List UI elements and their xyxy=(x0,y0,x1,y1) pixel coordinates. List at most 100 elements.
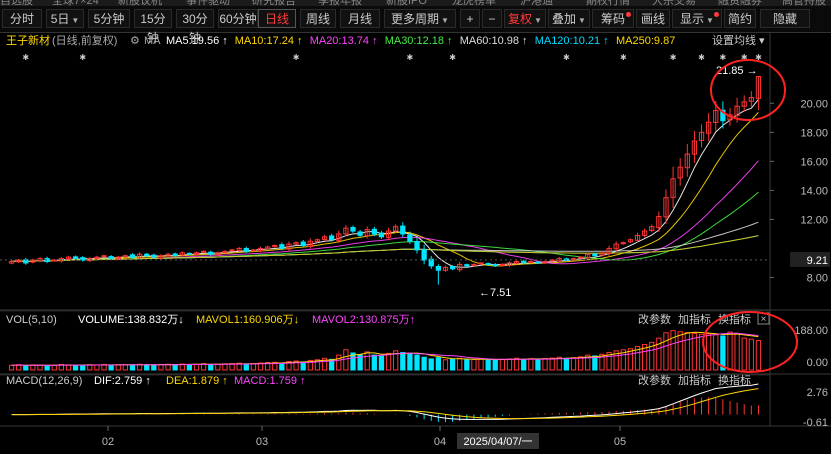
period-tab-8[interactable]: 周线 xyxy=(300,9,336,28)
volume-bar xyxy=(677,331,683,371)
candle-body xyxy=(535,261,541,264)
macd-axis-bottom: -0.61 xyxy=(803,417,828,429)
candle-body xyxy=(279,244,285,249)
volume-bar xyxy=(499,358,506,371)
ma-label: MA xyxy=(144,35,161,47)
high-price-annotation: 21.85 → xyxy=(716,65,758,77)
event-marker: ✱ xyxy=(293,53,300,62)
vol-value: VOLUME:138.832万↓ xyxy=(78,314,184,326)
candle-body xyxy=(329,235,335,241)
volume-bar xyxy=(108,364,114,371)
event-marker: ✱ xyxy=(22,53,29,62)
macd-title: MACD(12,26,9) xyxy=(6,375,82,387)
chevron-down-icon: ▼ xyxy=(534,16,542,25)
volume-bar xyxy=(521,358,527,371)
price-tick-label: 12.00 xyxy=(800,214,828,226)
candle-body xyxy=(357,231,363,236)
period-tab-9[interactable]: 月线 xyxy=(340,9,380,28)
macd-histogram xyxy=(18,397,759,422)
period-tab-6[interactable]: 60分钟 xyxy=(218,9,258,28)
candle-body xyxy=(400,225,406,235)
volume-bar xyxy=(80,364,86,371)
period-tab-7[interactable]: 日线 xyxy=(258,9,296,28)
ma-legend-5: MA60:10.98 ↑ xyxy=(460,35,528,47)
event-marker: ✱ xyxy=(698,53,705,62)
volume-bar xyxy=(727,331,733,371)
x-axis-label: 03 xyxy=(256,436,268,448)
zoom-in-button[interactable]: + xyxy=(460,9,480,28)
macd-lines xyxy=(11,383,759,421)
period-tab-10[interactable]: 更多周期 ▼ xyxy=(384,9,456,28)
overlay-button[interactable]: 叠加 ▼ xyxy=(548,9,590,28)
fuquan-button[interactable]: 复权 ▼ xyxy=(504,9,546,28)
draw-line-button-label: 画线 xyxy=(640,12,665,26)
candlestick-series xyxy=(8,75,762,285)
candle-body xyxy=(421,249,427,261)
vol-panel-button-2: 加指标 xyxy=(678,312,711,326)
volume-bar xyxy=(706,333,712,371)
candle-body xyxy=(250,249,257,252)
vol-title: VOL(5,10) xyxy=(6,314,57,326)
volume-bar xyxy=(122,364,129,371)
volume-bar xyxy=(115,364,121,371)
axis-labels: 20.00 18.00 16.00 14.00 12.00 8.00 9.21 21.85 →… xyxy=(0,53,830,449)
volume-bar xyxy=(343,349,349,371)
period-tab-3[interactable]: 5分钟 xyxy=(88,9,130,28)
volume-bar xyxy=(535,358,541,371)
period-tab-5[interactable]: 30分钟 xyxy=(176,9,214,45)
gear-icon: ⚙ xyxy=(130,35,140,47)
simple-mode-button[interactable]: 简约 xyxy=(724,9,756,28)
volume-bar xyxy=(471,358,477,371)
ma-legend-2: MA10:17.24 ↑ xyxy=(235,35,303,47)
volume-bar xyxy=(663,332,669,371)
candle-body xyxy=(485,263,491,266)
chevron-down-icon: ▼ xyxy=(706,16,714,25)
volume-bar xyxy=(513,357,520,371)
volume-bar xyxy=(243,363,249,371)
volume-bar xyxy=(414,354,420,371)
volume-bar xyxy=(435,357,441,371)
ma20-line xyxy=(11,160,759,265)
candle-body xyxy=(414,240,420,251)
vol-close-glyph: × xyxy=(761,314,767,325)
ma30-line xyxy=(11,191,759,263)
chips-button[interactable]: 筹码 xyxy=(592,9,634,28)
period-tab-4[interactable]: 15分钟 xyxy=(134,9,172,45)
zoom-out-button[interactable]: − xyxy=(482,9,502,28)
ma-legend-6: MA120:10.21 ↑ xyxy=(535,35,609,47)
candle-body xyxy=(229,249,235,252)
candle-body xyxy=(108,256,114,260)
period-tab-2[interactable]: 5日 ▼ xyxy=(46,9,84,28)
volume-bars xyxy=(8,330,762,371)
candle-body xyxy=(72,256,79,260)
event-marker: ✱ xyxy=(620,53,627,62)
ma10-line xyxy=(11,112,759,267)
fuquan-button-label: 复权 xyxy=(508,12,533,26)
volume-bar xyxy=(485,359,491,371)
candle-body xyxy=(129,254,136,258)
macd-panel-button-1: 改参数 xyxy=(638,373,671,387)
volume-bar xyxy=(734,332,740,371)
zoom-in-button-label: + xyxy=(466,12,474,26)
chevron-down-icon: ▼ xyxy=(578,16,586,25)
hide-button[interactable]: 隐藏 xyxy=(760,9,810,28)
period-toolbar: 分时 5日 ▼ 5分钟 15分钟 30分钟 60分钟 日线 周线 月线 更多周期 ▼ + − 复权 ▼ 叠加 ▼ 筹… xyxy=(0,6,831,45)
price-tick-label: 8.00 xyxy=(807,272,828,284)
period-tab-1[interactable]: 分时 xyxy=(2,9,42,28)
volume-bar xyxy=(428,358,434,371)
volume-bar xyxy=(464,359,470,371)
dea-line xyxy=(11,388,759,420)
volume-bar xyxy=(478,358,484,371)
volume-bar xyxy=(158,363,164,371)
volume-bar xyxy=(563,357,570,371)
volume-bar xyxy=(37,364,43,371)
ma-legend-4: MA30:12.18 ↑ xyxy=(385,35,453,47)
candle-body xyxy=(144,253,150,257)
macd-axis-top: 2.76 xyxy=(807,387,828,399)
price-tick-label: 18.00 xyxy=(800,127,828,139)
period-tab-6-label: 60分钟 xyxy=(219,12,257,26)
period-tab-7-label: 日线 xyxy=(264,12,289,26)
display-button[interactable]: 显示 ▼ xyxy=(672,9,722,28)
volume-bar xyxy=(549,357,555,371)
draw-line-button[interactable]: 画线 xyxy=(636,9,670,28)
